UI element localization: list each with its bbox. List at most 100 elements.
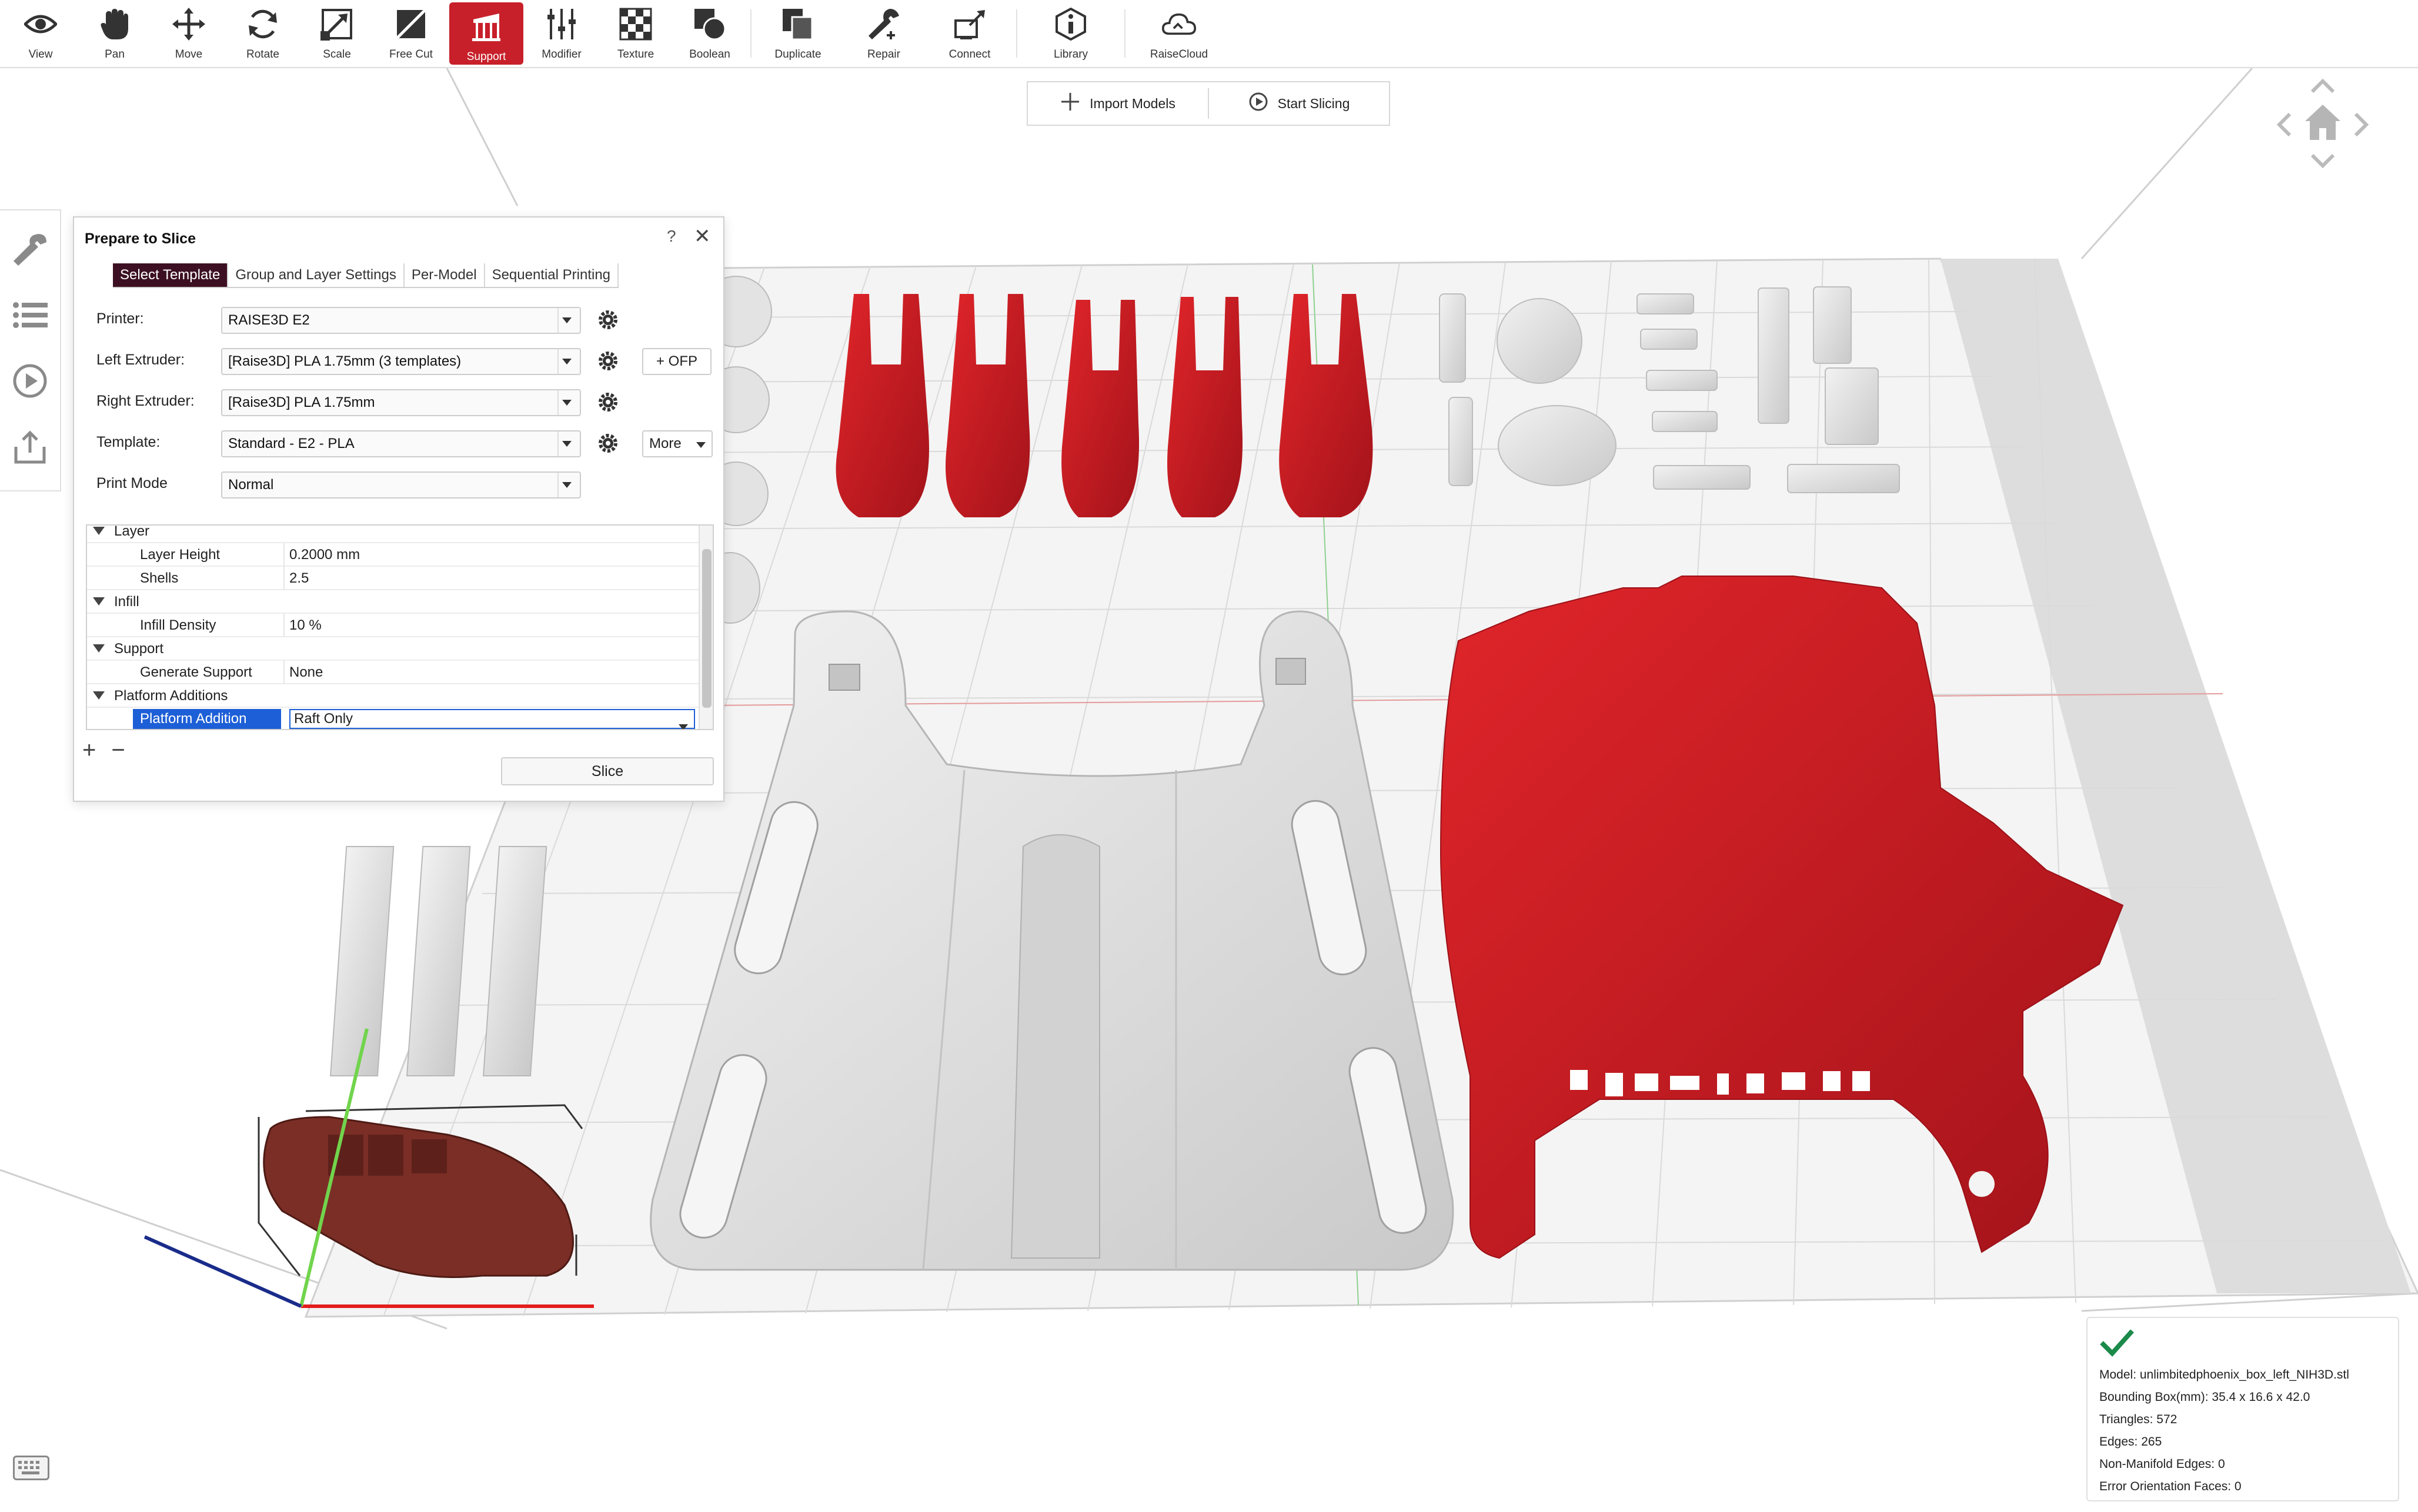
template-label: Template: (96, 434, 161, 450)
tree-group-support[interactable]: Support (87, 637, 699, 661)
tree-scrollbar[interactable] (699, 526, 713, 729)
library-button[interactable]: Library (1021, 0, 1121, 67)
eye-icon (24, 7, 58, 41)
view-button[interactable]: View (4, 0, 78, 67)
move-button[interactable]: Move (152, 0, 226, 67)
platform-addition-select[interactable]: Raft Only (289, 709, 695, 729)
tab-group-and-layer-settings[interactable]: Group and Layer Settings (228, 263, 405, 287)
connect-icon (953, 7, 987, 41)
remove-setting-button[interactable]: − (111, 737, 125, 764)
add-ofp-button[interactable]: + OFP (642, 348, 712, 375)
upload-icon[interactable] (12, 429, 48, 464)
add-setting-button[interactable]: + (82, 737, 96, 764)
repair-wrench-icon (867, 7, 901, 41)
tree-row-layer-height[interactable]: Layer Height 0.2000 mm (87, 543, 699, 567)
connect-button[interactable]: Connect (927, 0, 1013, 67)
nav-right-icon[interactable] (2354, 112, 2369, 137)
settings-tree: Layer Layer Height 0.2000 mm Shells 2.5 … (86, 524, 714, 730)
tree-row-infill-density[interactable]: Infill Density 10 % (87, 614, 699, 637)
start-slicing-button[interactable]: Start Slicing (1209, 82, 1389, 125)
texture-checker-icon (619, 7, 653, 41)
support-label: Support (466, 51, 506, 63)
property-key: Generate Support (140, 664, 252, 680)
gear-icon[interactable] (596, 390, 620, 414)
print-mode-value: Normal (228, 477, 274, 493)
collapse-triangle-icon[interactable] (93, 527, 105, 535)
collapse-triangle-icon[interactable] (93, 691, 105, 700)
check-icon (2099, 1327, 2386, 1364)
tree-group-layer[interactable]: Layer (87, 526, 699, 543)
texture-label: Texture (617, 48, 654, 61)
home-icon[interactable] (2305, 105, 2340, 140)
view-label: View (28, 48, 53, 61)
print-mode-select[interactable]: Normal (221, 471, 581, 499)
texture-button[interactable]: Texture (599, 0, 673, 67)
panel-tabs: Select Template Group and Layer Settings… (113, 263, 619, 288)
play-circle-icon[interactable] (12, 363, 48, 399)
triangles-count: Triangles: 572 (2099, 1413, 2177, 1426)
rotate-icon (246, 7, 280, 41)
nav-left-icon[interactable] (2276, 112, 2292, 137)
list-icon[interactable] (12, 297, 48, 333)
gear-icon[interactable] (596, 308, 620, 332)
duplicate-label: Duplicate (774, 48, 821, 61)
tree-row-generate-support[interactable]: Generate Support None (87, 661, 699, 684)
start-slicing-label: Start Slicing (1277, 95, 1350, 111)
tree-edit-controls: + − (82, 737, 125, 764)
raisecloud-button[interactable]: RaiseCloud (1129, 0, 1229, 67)
nav-down-icon[interactable] (2310, 153, 2335, 169)
bounding-box: Bounding Box(mm): 35.4 x 16.6 x 42.0 (2099, 1390, 2310, 1404)
free-cut-button[interactable]: Free Cut (374, 0, 448, 67)
tree-row-shells[interactable]: Shells 2.5 (87, 567, 699, 590)
template-select[interactable]: Standard - E2 - PLA (221, 430, 581, 457)
repair-button[interactable]: Repair (841, 0, 927, 67)
keyboard-icon[interactable] (13, 1456, 49, 1480)
tree-group-platform-additions[interactable]: Platform Additions (87, 684, 699, 708)
gear-icon[interactable] (596, 431, 620, 455)
left-extruder-select[interactable]: [Raise3D] PLA 1.75mm (3 templates) (221, 348, 581, 375)
modifier-label: Modifier (542, 48, 582, 61)
template-row: Template: Standard - E2 - PLA More (84, 423, 714, 464)
rotate-button[interactable]: Rotate (226, 0, 300, 67)
help-button[interactable]: ? (667, 227, 676, 246)
property-key-selected: Platform Addition (133, 709, 281, 729)
play-circle-icon (1248, 92, 1268, 115)
scale-button[interactable]: Scale (300, 0, 374, 67)
nav-up-icon[interactable] (2310, 78, 2335, 93)
non-manifold-edges: Non-Manifold Edges: 0 (2099, 1457, 2225, 1471)
import-models-button[interactable]: Import Models (1028, 82, 1208, 125)
library-label: Library (1053, 48, 1088, 61)
chevron-down-icon (557, 473, 575, 497)
close-button[interactable]: ✕ (694, 225, 711, 248)
scale-icon (320, 7, 354, 41)
right-extruder-select[interactable]: [Raise3D] PLA 1.75mm (221, 389, 581, 416)
tab-select-template[interactable]: Select Template (113, 263, 229, 287)
property-value: 10 % (289, 617, 322, 633)
property-value: None (289, 664, 323, 680)
tab-per-model[interactable]: Per-Model (405, 263, 485, 287)
slice-button[interactable]: Slice (501, 757, 714, 785)
tree-row-platform-addition[interactable]: Platform Addition Raft Only (87, 708, 699, 729)
group-label: Platform Additions (114, 688, 228, 704)
gear-icon[interactable] (596, 349, 620, 373)
printer-select[interactable]: RAISE3D E2 (221, 307, 581, 334)
collapse-triangle-icon[interactable] (93, 597, 105, 606)
right-extruder-value: [Raise3D] PLA 1.75mm (228, 394, 375, 410)
boolean-button[interactable]: Boolean (673, 0, 747, 67)
scroll-thumb[interactable] (702, 549, 712, 708)
chevron-down-icon (557, 308, 575, 333)
pan-button[interactable]: Pan (78, 0, 152, 67)
collapse-triangle-icon[interactable] (93, 644, 105, 653)
modifier-button[interactable]: Modifier (525, 0, 599, 67)
repair-label: Repair (867, 48, 900, 61)
right-extruder-row: Right Extruder: [Raise3D] PLA 1.75mm (84, 382, 714, 423)
chevron-down-icon (557, 349, 575, 374)
support-button[interactable]: Support (449, 2, 523, 65)
duplicate-button[interactable]: Duplicate (755, 0, 841, 67)
tab-sequential-printing[interactable]: Sequential Printing (485, 263, 619, 287)
edges-count: Edges: 265 (2099, 1435, 2162, 1449)
wrench-icon[interactable] (12, 232, 48, 267)
tree-group-infill[interactable]: Infill (87, 590, 699, 614)
toolbar-divider (1016, 9, 1017, 58)
more-button[interactable]: More (642, 430, 713, 457)
